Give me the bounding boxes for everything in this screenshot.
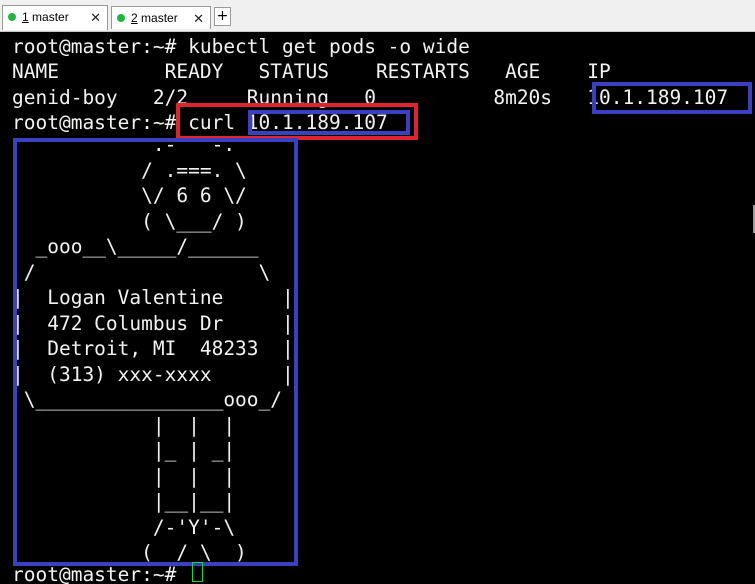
tab-number: 2 xyxy=(131,11,138,25)
terminal-cursor xyxy=(192,562,203,582)
tab-2-master[interactable]: 2 master ✕ xyxy=(111,6,211,29)
session-status-icon xyxy=(117,14,125,22)
session-status-icon xyxy=(8,13,16,21)
new-tab-button[interactable]: + xyxy=(214,7,231,26)
close-tab-icon[interactable]: ✕ xyxy=(193,8,204,29)
tab-bar: 1 master ✕ 2 master ✕ + xyxy=(0,0,755,32)
tab-1-master[interactable]: 1 master ✕ xyxy=(2,5,108,30)
tab-number: 1 xyxy=(22,10,29,24)
terminal-line: NAME READY STATUS RESTARTS AGE IP xyxy=(12,60,611,83)
tab-label: master xyxy=(28,10,69,24)
pod-ip-highlight xyxy=(592,82,752,114)
close-tab-icon[interactable]: ✕ xyxy=(90,7,101,28)
tab-label: master xyxy=(137,11,178,25)
terminal-line: root@master:~# kubectl get pods -o wide xyxy=(12,35,470,58)
curl-ip-highlight xyxy=(248,110,410,135)
curl-response-highlight xyxy=(13,138,298,566)
terminal-app: 1 master ✕ 2 master ✕ + root@master:~# k… xyxy=(0,0,755,584)
